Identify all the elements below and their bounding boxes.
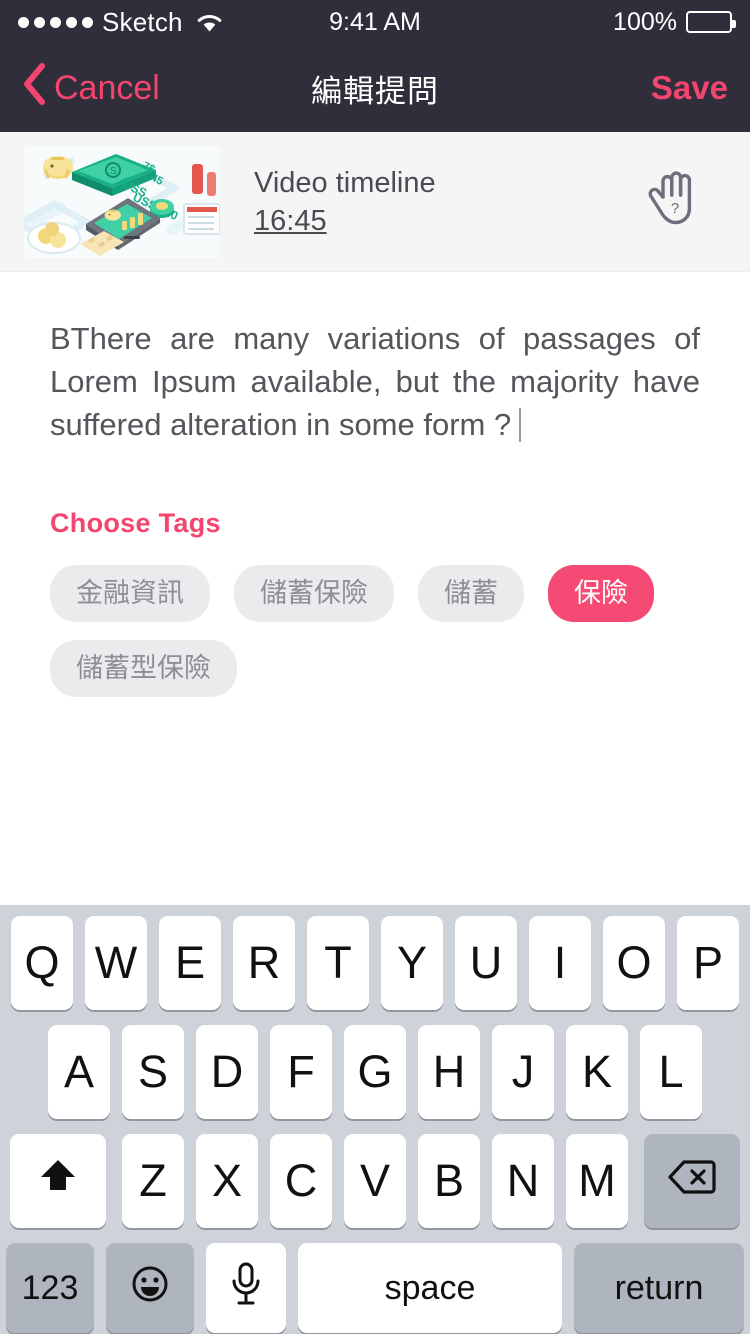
question-editor[interactable]: BThere are many variations of passages o…: [0, 272, 750, 447]
keyboard-row-2: A S D F G H J K L: [0, 1025, 750, 1119]
space-key[interactable]: space: [298, 1243, 562, 1333]
key-v[interactable]: V: [344, 1134, 406, 1228]
microphone-icon: [229, 1261, 263, 1316]
backspace-key[interactable]: [644, 1134, 740, 1228]
save-button[interactable]: Save: [651, 69, 728, 107]
on-screen-keyboard[interactable]: Q W E R T Y U I O P A S D F G H J K L Z …: [0, 905, 750, 1334]
key-h[interactable]: H: [418, 1025, 480, 1119]
tag-chip[interactable]: 儲蓄: [418, 565, 524, 623]
video-timeline-meta: Video timeline 16:45: [254, 165, 436, 238]
tag-chip-selected[interactable]: 保險: [548, 565, 654, 623]
key-f[interactable]: F: [270, 1025, 332, 1119]
key-x[interactable]: X: [196, 1134, 258, 1228]
keyboard-row-3: Z X C V B N M: [0, 1134, 750, 1228]
return-key[interactable]: return: [574, 1243, 744, 1333]
tag-chip[interactable]: 儲蓄保險: [234, 565, 394, 623]
cancel-button[interactable]: Cancel: [22, 62, 160, 114]
status-bar-right: 100%: [613, 7, 736, 37]
question-text[interactable]: BThere are many variations of passages o…: [50, 318, 700, 446]
key-o[interactable]: O: [603, 916, 665, 1010]
tag-chip[interactable]: 儲蓄型保險: [50, 640, 237, 698]
key-s[interactable]: S: [122, 1025, 184, 1119]
key-n[interactable]: N: [492, 1134, 554, 1228]
emoji-smiley-icon: [128, 1262, 172, 1315]
key-p[interactable]: P: [677, 916, 739, 1010]
chevron-left-icon: [22, 62, 46, 114]
keyboard-row-4: 123 space return: [0, 1243, 750, 1333]
key-k[interactable]: K: [566, 1025, 628, 1119]
key-e[interactable]: E: [159, 916, 221, 1010]
battery-percent-label: 100%: [613, 7, 677, 36]
video-timeline-timestamp[interactable]: 16:45: [254, 205, 327, 238]
key-j[interactable]: J: [492, 1025, 554, 1119]
key-d[interactable]: D: [196, 1025, 258, 1119]
question-text-value: BThere are many variations of passages o…: [50, 321, 700, 442]
shift-arrow-icon: [37, 1155, 79, 1208]
key-g[interactable]: G: [344, 1025, 406, 1119]
key-z[interactable]: Z: [122, 1134, 184, 1228]
key-m[interactable]: M: [566, 1134, 628, 1228]
carrier-label: Sketch: [102, 6, 183, 37]
key-u[interactable]: U: [455, 916, 517, 1010]
text-caret: [519, 407, 522, 442]
video-timeline-row[interactable]: S 7$ 45 USS USS 120: [0, 132, 750, 272]
video-timeline-title: Video timeline: [254, 166, 436, 199]
cancel-button-label: Cancel: [54, 68, 160, 107]
numbers-key[interactable]: 123: [6, 1243, 94, 1333]
status-bar: Sketch 9:41 AM 100%: [0, 0, 750, 44]
key-q[interactable]: Q: [11, 916, 73, 1010]
key-i[interactable]: I: [529, 916, 591, 1010]
tag-list: 金融資訊 儲蓄保險 儲蓄 保險 儲蓄型保險: [50, 565, 700, 698]
signal-strength-icon: [18, 16, 93, 28]
shift-key[interactable]: [10, 1134, 106, 1228]
key-t[interactable]: T: [307, 916, 369, 1010]
status-bar-left: Sketch: [18, 7, 223, 38]
key-y[interactable]: Y: [381, 916, 443, 1010]
svg-text:S: S: [110, 166, 117, 177]
key-w[interactable]: W: [85, 916, 147, 1010]
microphone-key[interactable]: [206, 1243, 286, 1333]
hand-question-icon[interactable]: ?: [646, 168, 704, 235]
key-c[interactable]: C: [270, 1134, 332, 1228]
key-b[interactable]: B: [418, 1134, 480, 1228]
wifi-icon: [196, 12, 223, 33]
battery-icon: [686, 11, 736, 33]
key-l[interactable]: L: [640, 1025, 702, 1119]
tags-heading: Choose Tags: [50, 508, 221, 539]
tag-chip[interactable]: 金融資訊: [50, 565, 210, 623]
finance-illustration-thumbnail[interactable]: S 7$ 45 USS USS 120: [24, 145, 220, 258]
backspace-delete-icon: [667, 1155, 717, 1207]
key-a[interactable]: A: [48, 1025, 110, 1119]
emoji-key[interactable]: [106, 1243, 194, 1333]
svg-text:?: ?: [671, 200, 679, 217]
navigation-bar: Cancel 編輯提問 Save: [0, 44, 750, 132]
keyboard-row-1: Q W E R T Y U I O P: [0, 916, 750, 1010]
tags-section: Choose Tags 金融資訊 儲蓄保險 儲蓄 保險 儲蓄型保險: [0, 446, 750, 698]
key-r[interactable]: R: [233, 916, 295, 1010]
